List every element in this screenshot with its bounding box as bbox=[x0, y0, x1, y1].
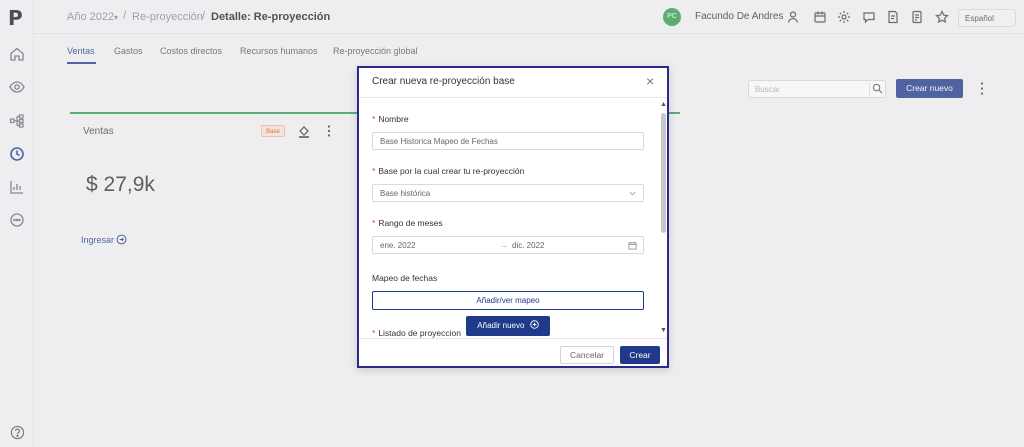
calendar-icon bbox=[628, 241, 637, 250]
nombre-label: * Nombre bbox=[372, 114, 409, 124]
scroll-up-icon[interactable]: ▲ bbox=[660, 101, 667, 108]
modal-header: Crear nueva re-proyección base × bbox=[359, 68, 667, 98]
range-start[interactable]: ene. 2022 bbox=[380, 241, 416, 250]
mapeo-label: Mapeo de fechas bbox=[372, 273, 438, 283]
arrow-right-icon: → bbox=[499, 240, 508, 250]
plus-circle-icon bbox=[529, 320, 539, 329]
modal-title: Crear nueva re-proyección base bbox=[372, 76, 515, 87]
chevron-down-icon bbox=[628, 189, 637, 198]
base-label: * Base por la cual crear tu re-proyección bbox=[372, 166, 525, 176]
close-icon[interactable]: × bbox=[646, 74, 654, 88]
scroll-down-icon[interactable]: ▼ bbox=[660, 327, 667, 334]
add-view-mapping-button[interactable]: Añadir/ver mapeo bbox=[372, 291, 644, 310]
modal-footer: Cancelar Crear bbox=[359, 338, 667, 368]
nombre-input[interactable]: Base Historica Mapeo de Fechas bbox=[372, 132, 644, 150]
base-select[interactable]: Base histórica bbox=[372, 184, 644, 202]
listado-label: * Listado de proyeccion bbox=[372, 328, 462, 338]
cancel-button[interactable]: Cancelar bbox=[560, 346, 614, 364]
rango-label: * Rango de meses bbox=[372, 218, 443, 228]
range-end[interactable]: dic. 2022 bbox=[512, 241, 544, 250]
modal-scrollbar[interactable]: ▲ ▼ bbox=[660, 98, 667, 336]
scroll-thumb[interactable] bbox=[661, 113, 666, 233]
add-new-button[interactable]: Añadir nuevo bbox=[466, 316, 550, 336]
create-button[interactable]: Crear bbox=[620, 346, 660, 364]
month-range-picker[interactable]: ene. 2022 → dic. 2022 bbox=[372, 236, 644, 254]
create-reprojection-modal: Crear nueva re-proyección base × * Nombre… bbox=[357, 66, 669, 368]
